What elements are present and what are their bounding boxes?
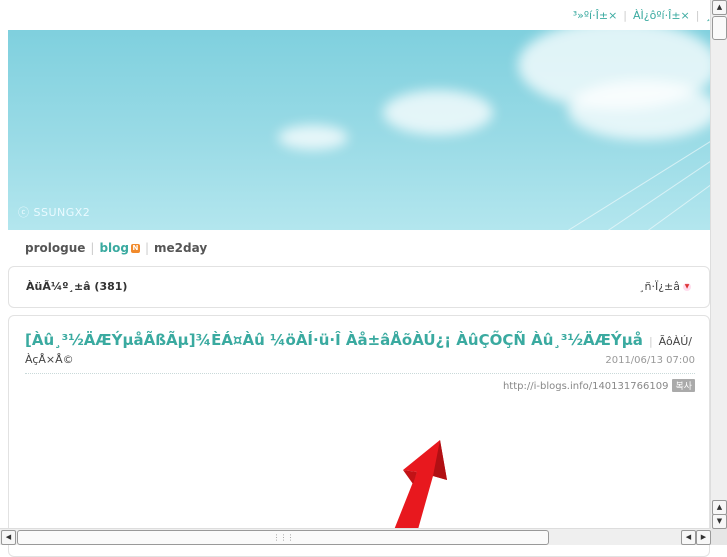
blog-banner: ⓒ SSUNGX2 xyxy=(8,30,711,230)
banner-copyright: ⓒ SSUNGX2 xyxy=(18,206,91,219)
post-title-row: [Àû¸³½ÄÆÝµåÃßÃµ]¾ÈÁ¤Àû ¼öÀÍ·ü·Î Àå±âÅõÀÚ… xyxy=(25,331,692,349)
wire-line xyxy=(647,159,711,230)
scroll-up-icon[interactable]: ▲ xyxy=(712,500,727,515)
category-all[interactable]: ÀüÃ¼º¸±â (381) xyxy=(26,280,127,293)
top-bar: ³»ºí·Î±× | ÀÌ¿ôºí·Î±× | ¸ xyxy=(0,0,711,30)
cloud-shape xyxy=(278,125,348,150)
scroll-corner xyxy=(711,529,727,545)
post-url[interactable]: http://i-blogs.info/140131766109 xyxy=(503,381,668,392)
vertical-scrollbar[interactable]: ▲ ▲ ▼ xyxy=(710,0,727,529)
scroll-down-icon[interactable]: ▼ xyxy=(712,514,727,529)
wire-line xyxy=(567,134,711,230)
copy-url-button[interactable]: 복사 xyxy=(672,379,695,392)
cloud-shape xyxy=(383,90,493,135)
post-title[interactable]: [Àû¸³½ÄÆÝµåÃßÃµ]¾ÈÁ¤Àû ¼öÀÍ·ü·Î Àå±âÅõÀÚ… xyxy=(25,331,643,349)
my-blog-link[interactable]: ³»ºí·Î±× xyxy=(573,9,618,22)
wire-line xyxy=(607,140,711,230)
blog-nav: prologue | blog N | me2day xyxy=(25,240,208,255)
post-author[interactable]: ÃôÀÚ/ xyxy=(659,335,692,348)
list-toggle-label: ¸ñ·Ï¿­±â xyxy=(638,280,680,293)
cloud-shape xyxy=(568,80,711,140)
divider xyxy=(25,373,695,374)
nav-me2day[interactable]: me2day xyxy=(154,241,207,255)
nav-blog-label: blog xyxy=(99,240,129,255)
post-date: 2011/06/13 07:00 xyxy=(605,355,695,366)
neighbor-blog-link[interactable]: ÀÌ¿ôºí·Î±× xyxy=(633,9,690,22)
new-badge-icon: N xyxy=(130,243,140,253)
scroll-left-icon[interactable]: ◀ xyxy=(1,530,16,545)
category-label: ÀüÃ¼º¸±â xyxy=(26,280,91,293)
red-arrow-icon xyxy=(390,440,447,540)
category-bar: ÀüÃ¼º¸±â (381) ¸ñ·Ï¿­±â ▼ xyxy=(8,266,710,308)
horizontal-scroll-thumb[interactable]: ⋮⋮⋮ xyxy=(17,530,549,545)
scroll-up-icon[interactable]: ▲ xyxy=(712,0,727,15)
post-url-row: http://i-blogs.info/140131766109 복사 xyxy=(503,379,695,392)
category-count: 381 xyxy=(99,280,123,293)
nav-blog[interactable]: blog N xyxy=(99,241,140,255)
scroll-right-icon[interactable]: ▶ xyxy=(696,530,711,545)
post-card: [Àû¸³½ÄÆÝµåÃßÃµ]¾ÈÁ¤Àû ¼öÀÍ·ü·Î Àå±âÅõÀÚ… xyxy=(8,315,710,557)
nav-prologue[interactable]: prologue xyxy=(25,241,85,255)
post-category[interactable]: ÀçÅ×Å© xyxy=(25,353,74,366)
horizontal-scrollbar[interactable]: ◀ ⋮⋮⋮ ◀ ▶ xyxy=(0,528,711,545)
chevron-down-icon: ▼ xyxy=(683,283,691,291)
vertical-scroll-thumb[interactable] xyxy=(712,16,727,40)
scroll-left-icon[interactable]: ◀ xyxy=(681,530,696,545)
top-links: ³»ºí·Î±× | ÀÌ¿ôºí·Î±× | ¸ xyxy=(572,9,711,22)
list-toggle[interactable]: ¸ñ·Ï¿­±â ▼ xyxy=(639,280,691,293)
